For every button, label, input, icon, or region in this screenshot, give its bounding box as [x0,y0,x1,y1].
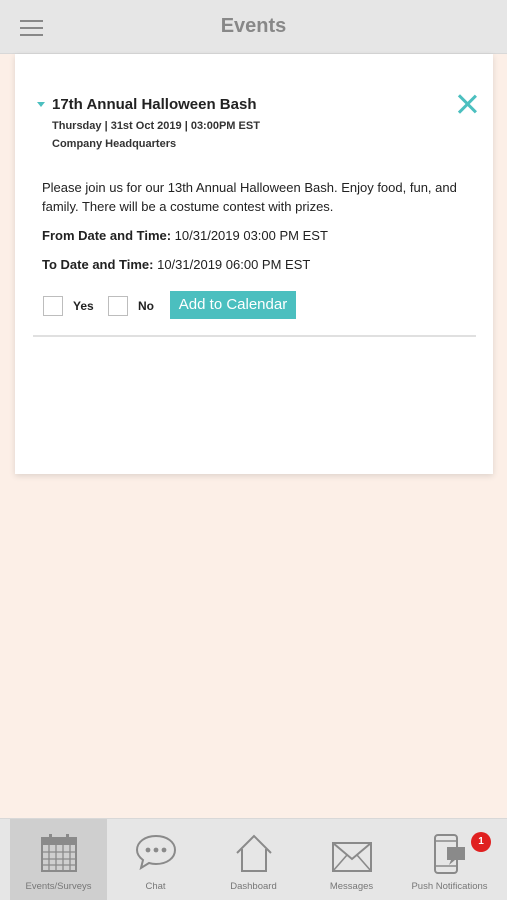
tab-push-notifications[interactable]: 1 Push Notifications [401,819,498,900]
from-date-value: 10/31/2019 03:00 PM EST [171,228,328,243]
from-date-row: From Date and Time: 10/31/2019 03:00 PM … [42,228,328,243]
close-icon[interactable] [457,94,477,114]
phone-notification-icon [433,834,465,874]
event-title: 17th Annual Halloween Bash [52,96,257,113]
tab-label: Messages [329,881,374,892]
collapse-caret-icon[interactable] [37,102,45,107]
bottom-tab-bar: Events/Surveys Chat Dashboard Messages 1… [0,818,507,900]
app-header: Events [0,0,507,54]
add-to-calendar-button[interactable]: Add to Calendar [170,291,296,319]
from-date-label: From Date and Time: [42,228,172,243]
to-date-value: 10/31/2019 06:00 PM EST [153,257,311,272]
tab-dashboard[interactable]: Dashboard [205,819,302,900]
yes-label[interactable]: Yes [73,299,94,313]
no-label[interactable]: No [138,299,154,313]
envelope-icon [331,842,372,872]
chat-bubble-icon [135,834,176,871]
tab-label: Dashboard [230,881,277,892]
no-checkbox[interactable] [108,296,128,316]
yes-checkbox[interactable] [43,296,63,316]
calendar-icon [40,834,77,872]
event-location: Company Headquarters [52,138,177,150]
page-title: Events [220,15,287,37]
to-date-row: To Date and Time: 10/31/2019 06:00 PM ES… [42,257,310,272]
tab-chat[interactable]: Chat [107,819,204,900]
tab-label: Push Notifications [411,881,488,892]
event-card: 17th Annual Halloween Bash Thursday | 31… [15,54,493,474]
to-date-label: To Date and Time: [42,257,154,272]
tab-label: Chat [145,881,166,892]
divider [33,335,476,337]
notification-badge: 1 [471,832,491,852]
tab-label: Events/Surveys [25,881,92,892]
tab-messages[interactable]: Messages [303,819,400,900]
event-description: Please join us for our 13th Annual Hallo… [42,180,457,214]
home-icon [235,834,272,872]
event-date-time: Thursday | 31st Oct 2019 | 03:00PM EST [52,120,260,132]
tab-events-surveys[interactable]: Events/Surveys [10,819,107,900]
